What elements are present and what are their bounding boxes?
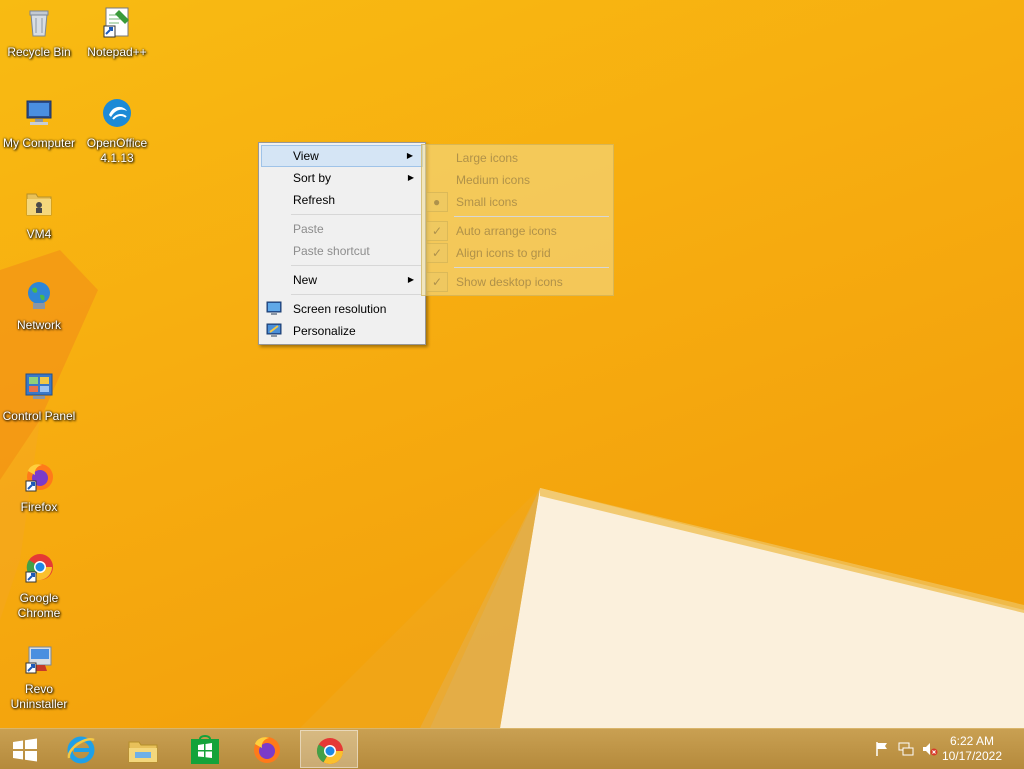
menu-item-personalize[interactable]: Personalize bbox=[261, 320, 423, 342]
menu-item-label: Sort by bbox=[293, 171, 332, 185]
volume-muted-icon[interactable] bbox=[922, 741, 938, 757]
desktop-icon-recycle-bin[interactable]: Recycle Bin bbox=[0, 6, 78, 60]
view-submenu: Large icons Medium icons ● Small icons ✓… bbox=[421, 144, 614, 296]
menu-item-label: Show desktop icons bbox=[456, 275, 563, 289]
windows-logo-icon bbox=[13, 738, 37, 762]
submenu-item-large-icons[interactable]: Large icons bbox=[424, 147, 611, 169]
desktop-icon-google-chrome[interactable]: Google Chrome bbox=[0, 552, 78, 621]
system-clock[interactable]: 6:22 AM 10/17/2022 bbox=[942, 734, 1002, 764]
my-computer-icon bbox=[26, 100, 52, 125]
desktop-icon-network[interactable]: Network bbox=[0, 279, 78, 333]
desktop-icon-label: Firefox bbox=[20, 500, 58, 514]
firefox-icon bbox=[25, 464, 53, 492]
taskbar-windows-store[interactable] bbox=[176, 730, 234, 768]
desktop-icon-revo-uninstaller[interactable]: Revo Uninstaller bbox=[0, 643, 78, 712]
taskbar-google-chrome[interactable] bbox=[300, 730, 358, 768]
menu-item-label: Align icons to grid bbox=[456, 246, 551, 260]
network-icon bbox=[28, 282, 50, 309]
desktop-icon-label: Notepad++ bbox=[87, 45, 147, 59]
openoffice-icon bbox=[103, 99, 131, 127]
file-explorer-icon bbox=[128, 741, 158, 763]
menu-item-label: Refresh bbox=[293, 193, 336, 207]
recycle-bin-icon bbox=[29, 10, 49, 37]
clock-time: 6:22 AM bbox=[949, 734, 994, 748]
desktop-icon-label: Control Panel bbox=[2, 409, 76, 423]
chevron-right-icon: ▶ bbox=[406, 151, 413, 160]
menu-item-label: New bbox=[293, 273, 318, 287]
chevron-right-icon: ▶ bbox=[407, 173, 414, 182]
screen-resolution-icon bbox=[266, 301, 282, 315]
menu-separator bbox=[291, 265, 421, 266]
menu-item-screen-resolution[interactable]: Screen resolution bbox=[261, 298, 423, 320]
menu-separator bbox=[454, 267, 609, 268]
desktop-icon-vm4[interactable]: VM4 bbox=[0, 188, 78, 242]
desktop-icon-my-computer[interactable]: My Computer bbox=[0, 97, 78, 151]
desktop-icon-openoffice[interactable]: OpenOffice 4.1.13 bbox=[78, 97, 156, 166]
network-status-icon[interactable] bbox=[898, 741, 914, 757]
menu-item-paste[interactable]: Paste bbox=[261, 218, 423, 240]
submenu-item-auto-arrange[interactable]: ✓ Auto arrange icons bbox=[424, 220, 611, 242]
menu-item-refresh[interactable]: Refresh bbox=[261, 189, 423, 211]
menu-item-sort-by[interactable]: Sort by ▶ bbox=[261, 167, 423, 189]
control-panel-icon bbox=[25, 373, 53, 399]
checkmark-icon: ✓ bbox=[432, 224, 443, 238]
menu-item-paste-shortcut[interactable]: Paste shortcut bbox=[261, 240, 423, 262]
notepad-plus-plus-icon bbox=[103, 7, 129, 38]
menu-item-label: Paste shortcut bbox=[293, 244, 370, 258]
action-center-flag-icon[interactable] bbox=[874, 741, 890, 757]
personalize-icon bbox=[266, 323, 282, 337]
menu-item-new[interactable]: New ▶ bbox=[261, 269, 423, 291]
desktop-icon-notepad-plus-plus[interactable]: Notepad++ bbox=[78, 6, 156, 60]
menu-item-label: View bbox=[293, 149, 319, 163]
desktop-icon-label: OpenOffice 4.1.13 bbox=[86, 136, 148, 165]
menu-separator bbox=[291, 294, 421, 295]
desktop-icon-label: Google Chrome bbox=[17, 591, 61, 620]
submenu-item-show-desktop-icons[interactable]: ✓ Show desktop icons bbox=[424, 271, 611, 293]
submenu-item-medium-icons[interactable]: Medium icons bbox=[424, 169, 611, 191]
taskbar-file-explorer[interactable] bbox=[114, 730, 172, 768]
checkmark-icon: ✓ bbox=[432, 275, 443, 289]
menu-item-label: Auto arrange icons bbox=[456, 224, 557, 238]
windows-store-icon bbox=[191, 735, 219, 764]
chevron-right-icon: ▶ bbox=[407, 275, 414, 284]
menu-item-label: Small icons bbox=[456, 195, 518, 209]
desktop-icon-label: Revo Uninstaller bbox=[10, 682, 68, 711]
desktop[interactable]: Recycle Bin Notepad++ My Computer OpenOf… bbox=[0, 0, 1024, 728]
desktop-context-menu: View ▶ Sort by ▶ Refresh Paste Paste sho… bbox=[258, 142, 426, 345]
firefox-icon bbox=[254, 737, 280, 763]
menu-item-label: Paste bbox=[293, 222, 324, 236]
desktop-icon-label: Network bbox=[16, 318, 61, 332]
clock-date: 10/17/2022 bbox=[941, 749, 1002, 763]
google-chrome-icon bbox=[316, 738, 344, 765]
checkmark-icon: ✓ bbox=[432, 246, 443, 260]
menu-item-label: Personalize bbox=[293, 324, 356, 338]
internet-explorer-icon bbox=[67, 736, 95, 764]
revo-uninstaller-icon bbox=[25, 646, 52, 674]
submenu-item-small-icons[interactable]: ● Small icons bbox=[424, 191, 611, 213]
taskbar-firefox[interactable] bbox=[238, 730, 296, 768]
desktop-icon-control-panel[interactable]: Control Panel bbox=[0, 370, 78, 424]
radio-bullet-icon: ● bbox=[433, 195, 441, 209]
menu-item-label: Screen resolution bbox=[293, 302, 387, 316]
taskbar-internet-explorer[interactable] bbox=[52, 730, 110, 768]
menu-item-view[interactable]: View ▶ bbox=[261, 145, 423, 167]
vm4-folder-icon bbox=[26, 193, 52, 216]
menu-separator bbox=[454, 216, 609, 217]
submenu-item-align-grid[interactable]: ✓ Align icons to grid bbox=[424, 242, 611, 264]
menu-item-label: Large icons bbox=[456, 151, 519, 165]
start-button[interactable] bbox=[0, 730, 58, 768]
desktop-icon-label: VM4 bbox=[26, 227, 52, 241]
google-chrome-icon bbox=[25, 554, 53, 583]
menu-item-label: Medium icons bbox=[456, 173, 531, 187]
taskbar: 6:22 AM 10/17/2022 bbox=[0, 728, 1024, 769]
desktop-icon-label: My Computer bbox=[2, 136, 76, 150]
menu-separator bbox=[291, 214, 421, 215]
desktop-icon-label: Recycle Bin bbox=[7, 45, 71, 59]
desktop-icon-firefox[interactable]: Firefox bbox=[0, 461, 78, 515]
